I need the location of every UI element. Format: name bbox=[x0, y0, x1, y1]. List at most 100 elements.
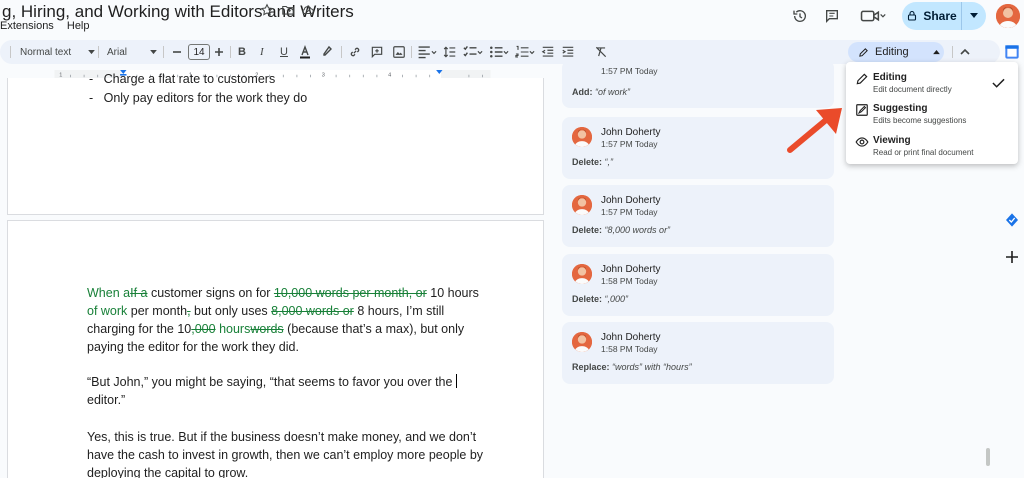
action-text: “of work” bbox=[595, 87, 631, 97]
account-avatar[interactable] bbox=[996, 4, 1020, 28]
suggested-deletion[interactable]: ,000 bbox=[191, 322, 215, 336]
scrollbar-thumb[interactable] bbox=[986, 448, 990, 466]
menu-item-subtitle: Edits become suggestions bbox=[873, 116, 967, 125]
suggestion-card[interactable]: John Doherty 1:57 PM Today Delete: “8,00… bbox=[562, 185, 834, 247]
decrease-font-icon[interactable] bbox=[172, 45, 182, 59]
menu-item-subtitle: Edit document directly bbox=[873, 85, 952, 94]
paragraph-line: have the cash to invest in growth, then … bbox=[87, 448, 484, 462]
meet-icon[interactable] bbox=[856, 6, 890, 26]
align-icon[interactable] bbox=[417, 45, 437, 59]
commenter-name: John Doherty bbox=[601, 127, 661, 138]
menu-item-title: Viewing bbox=[873, 135, 911, 146]
comment-history-icon[interactable] bbox=[822, 6, 842, 26]
text-run: 8 hours, I’m still bbox=[353, 304, 445, 318]
suggested-deletion[interactable]: 10,000 words per month, or bbox=[274, 286, 427, 300]
paragraph-line: “But John,” you might be saying, “that s… bbox=[87, 373, 457, 391]
commenter-avatar bbox=[572, 264, 592, 284]
formatting-toolbar: Normal text Arial 14 B I U Editing bbox=[0, 40, 1000, 64]
star-icon[interactable] bbox=[260, 3, 274, 17]
history-icon[interactable] bbox=[790, 6, 810, 26]
suggestion-card[interactable]: John Doherty 1:58 PM Today Replace: “wor… bbox=[562, 322, 834, 384]
text-run: customer signs on for bbox=[147, 286, 274, 300]
text-color-icon[interactable] bbox=[299, 45, 311, 59]
editing-mode-button[interactable]: Editing bbox=[848, 42, 944, 62]
toolbar-divider bbox=[163, 46, 164, 58]
menu-help[interactable]: Help bbox=[67, 20, 90, 32]
checklist-icon[interactable] bbox=[463, 45, 483, 59]
action-label: Delete: bbox=[572, 294, 603, 304]
font-size-input[interactable]: 14 bbox=[188, 44, 210, 60]
style-select[interactable]: Normal text bbox=[20, 45, 95, 59]
suggestion-action: Add: “of work” bbox=[572, 87, 630, 97]
caret-down-icon bbox=[150, 49, 157, 54]
suggested-deletion[interactable]: words bbox=[250, 322, 283, 336]
suggested-insertion[interactable]: of work bbox=[87, 304, 127, 318]
menu-extensions[interactable]: Extensions bbox=[0, 20, 54, 32]
add-panel-icon[interactable] bbox=[1005, 250, 1019, 264]
action-text: “words” with “hours” bbox=[612, 362, 692, 372]
tasks-icon[interactable] bbox=[1004, 212, 1020, 228]
suggested-deletion[interactable]: If a bbox=[130, 286, 147, 300]
bold-icon[interactable]: B bbox=[238, 45, 246, 59]
suggestion-action: Delete: “8,000 words or” bbox=[572, 225, 670, 235]
suggested-insertion[interactable]: When a bbox=[87, 286, 130, 300]
move-folder-icon[interactable] bbox=[281, 3, 295, 17]
cloud-saved-icon[interactable] bbox=[301, 3, 315, 17]
side-panel-rail bbox=[998, 40, 1024, 478]
suggestion-card[interactable]: 1:57 PM Today Add: “of work” bbox=[562, 60, 834, 108]
text-run: but only uses bbox=[190, 304, 272, 318]
share-label: Share bbox=[923, 9, 957, 23]
action-text: “,” bbox=[604, 157, 614, 167]
clear-formatting-icon[interactable] bbox=[594, 45, 608, 59]
text-run: “But John,” you might be saying, “that s… bbox=[87, 375, 456, 389]
increase-font-icon[interactable] bbox=[214, 45, 224, 59]
paragraph-line: paying the editor for the work they did. bbox=[87, 340, 299, 354]
italic-icon[interactable]: I bbox=[260, 45, 264, 59]
action-label: Delete: bbox=[572, 225, 603, 235]
numbered-list-icon[interactable] bbox=[515, 45, 535, 59]
share-dropdown[interactable] bbox=[962, 2, 986, 30]
suggestion-action: Replace: “words” with “hours” bbox=[572, 362, 692, 372]
pencil-icon bbox=[859, 47, 868, 57]
line-spacing-icon[interactable] bbox=[443, 45, 457, 59]
editing-mode-label: Editing bbox=[875, 46, 909, 58]
commenter-avatar bbox=[572, 332, 592, 352]
commenter-name: John Doherty bbox=[601, 195, 661, 206]
suggested-insertion[interactable]: hours bbox=[216, 322, 250, 336]
suggested-deletion[interactable]: 8,000 words or bbox=[271, 304, 354, 318]
menu-bar: Extensions Help bbox=[0, 20, 100, 32]
caret-down-icon bbox=[970, 13, 978, 18]
share-main[interactable]: Share bbox=[902, 2, 962, 30]
paragraph-line: When aIf a customer signs on for 10,000 … bbox=[87, 284, 479, 302]
pencil-icon bbox=[856, 73, 868, 85]
share-button[interactable]: Share bbox=[902, 2, 986, 30]
menu-item-suggesting[interactable]: Suggesting Edits become suggestions bbox=[846, 100, 1018, 132]
menu-item-editing[interactable]: Editing Edit document directly bbox=[846, 69, 1018, 101]
chevron-up-icon[interactable] bbox=[960, 45, 970, 59]
toolbar-divider bbox=[98, 46, 99, 58]
document-page[interactable]: - Charge a flat rate to customers - Only… bbox=[7, 72, 544, 215]
editing-mode-menu: Editing Edit document directly Suggestin… bbox=[846, 62, 1018, 164]
toolbar-divider bbox=[10, 46, 11, 58]
highlight-icon[interactable] bbox=[321, 45, 333, 59]
bulleted-list-icon[interactable] bbox=[489, 45, 509, 59]
bullet-line: - Only pay editors for the work they do bbox=[89, 91, 308, 105]
increase-indent-icon[interactable] bbox=[561, 45, 575, 59]
link-icon[interactable] bbox=[348, 45, 362, 59]
paragraph-line: editor.” bbox=[87, 393, 126, 407]
decrease-indent-icon[interactable] bbox=[541, 45, 555, 59]
suggestion-card[interactable]: John Doherty 1:58 PM Today Delete: “,000… bbox=[562, 254, 834, 316]
suggestion-action: Delete: “,” bbox=[572, 157, 613, 167]
calendar-icon[interactable] bbox=[1004, 44, 1020, 60]
menu-item-viewing[interactable]: Viewing Read or print final document bbox=[846, 132, 1018, 164]
insert-image-icon[interactable] bbox=[392, 45, 406, 59]
menu-item-title: Editing bbox=[873, 72, 907, 83]
document-page[interactable]: When aIf a customer signs on for 10,000 … bbox=[7, 220, 544, 478]
commenter-avatar bbox=[572, 127, 592, 147]
suggestion-time: 1:57 PM Today bbox=[601, 139, 658, 149]
underline-icon[interactable]: U bbox=[280, 45, 288, 59]
add-comment-icon[interactable] bbox=[370, 45, 384, 59]
font-select[interactable]: Arial bbox=[107, 45, 157, 59]
paragraph-line: of work per month, but only uses 8,000 w… bbox=[87, 302, 444, 320]
paragraph-line: deploying the capital to grow. bbox=[87, 466, 249, 478]
